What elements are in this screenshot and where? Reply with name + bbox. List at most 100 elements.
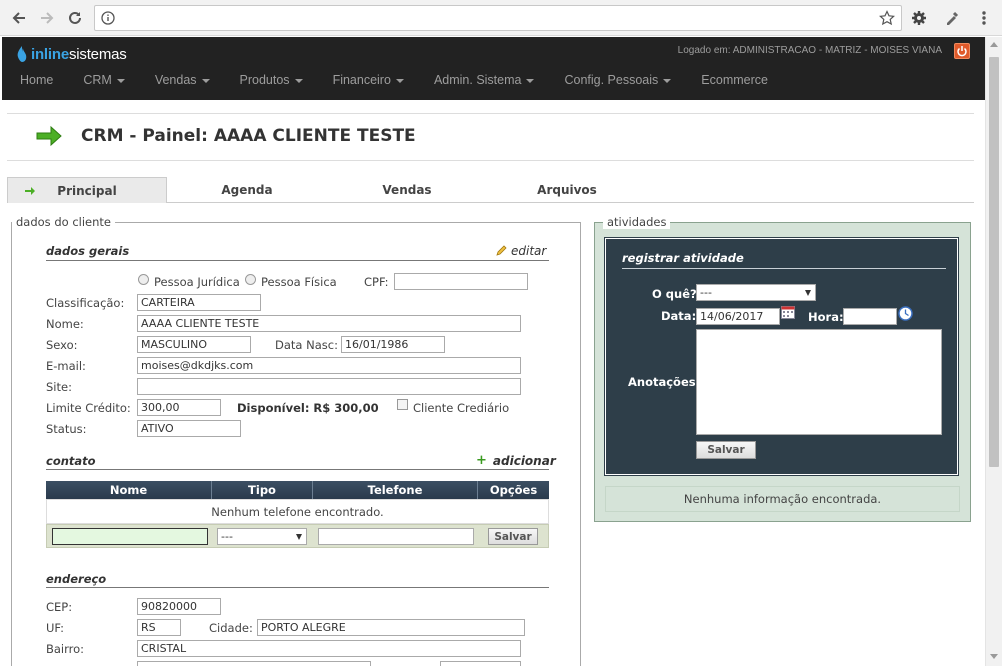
back-icon[interactable] [7,6,31,30]
tab-label: Agenda [221,183,273,197]
contact-phone-input[interactable] [318,528,474,545]
radio-pessoa-fisica[interactable] [245,274,256,285]
cpf-input[interactable] [394,273,528,290]
info-icon[interactable] [101,11,115,25]
section-rule [622,268,946,269]
bairro-input[interactable]: CRISTAL [137,640,521,657]
tab-agenda[interactable]: Agenda [167,177,327,203]
brand-logo[interactable]: inline sistemas [16,43,127,65]
eyedropper-icon[interactable] [940,6,964,30]
top-navbar: inline sistemas Logado em: ADMINISTRACAO … [2,37,985,100]
data-input[interactable]: 14/06/2017 [696,308,780,325]
menu-item-label: Produtos [239,73,290,87]
no-activities-message: Nenhuma informação encontrada. [605,486,960,512]
contact-table: Nome Tipo Telefone Opções Nenhum telefon… [46,481,549,548]
divider [7,113,974,114]
scroll-up-icon[interactable] [990,42,998,47]
radio-pessoa-juridica[interactable] [138,274,149,285]
column-header[interactable]: Opções [478,481,549,499]
cep-input[interactable]: 90820000 [137,598,221,615]
uf-label: UF: [46,621,65,635]
tab-label: Vendas [382,183,432,197]
arrow-right-icon [25,187,35,195]
clock-icon[interactable] [898,306,913,321]
column-header[interactable]: Telefone [313,481,478,499]
anotacoes-label: Anotações: [628,375,701,389]
address-heading: endereço [46,572,107,586]
menu-item-ecommerce[interactable]: Ecommerce [701,73,768,87]
menu-item-config-pessoais[interactable]: Config. Pessoais [564,73,672,87]
save-activity-button[interactable]: Salvar [696,441,756,459]
page-scrollbar[interactable] [985,37,1002,666]
email-label: E-mail: [46,359,86,373]
limite-input[interactable]: 300,00 [137,399,221,416]
nome-input[interactable]: AAAA CLIENTE TESTE [137,315,521,332]
contact-type-select[interactable]: --- [217,528,307,545]
nasc-input[interactable]: 16/01/1986 [341,336,445,353]
tab-principal[interactable]: Principal [7,177,167,203]
menu-dots-icon[interactable] [972,6,996,30]
disponivel-text: Disponível: R$ 300,00 [237,401,379,415]
crediario-checkbox[interactable] [397,399,408,410]
column-header[interactable]: Nome [46,481,212,499]
reload-icon[interactable] [63,6,87,30]
hora-label: Hora: [808,310,844,324]
site-label: Site: [46,380,72,394]
menu-item-vendas[interactable]: Vendas [155,73,210,87]
menu-item-label: Config. Pessoais [564,73,659,87]
contact-name-input[interactable] [52,528,208,545]
anotacoes-textarea[interactable] [696,329,942,435]
number-input-partial[interactable] [440,661,521,666]
save-contact-button[interactable]: Salvar [488,528,538,545]
menu-item-crm[interactable]: CRM [83,73,125,87]
status-label: Status: [46,422,87,436]
edit-link[interactable]: editar [495,244,546,258]
scroll-thumb[interactable] [989,57,999,467]
nome-label: Nome: [46,317,84,331]
column-header[interactable]: Tipo [212,481,313,499]
forward-icon[interactable] [35,6,59,30]
address-bar[interactable] [94,5,902,31]
brand-name-bold: inline [31,45,69,63]
data-label: Data: [661,309,697,323]
status-input[interactable]: ATIVO [137,420,241,437]
tab-vendas[interactable]: Vendas [327,177,487,203]
settings-gear-icon[interactable] [907,6,931,30]
add-contact-label: adicionar [492,454,556,468]
add-contact-row: --- Salvar [46,524,549,548]
sexo-input[interactable]: MASCULINO [137,336,251,353]
email-input[interactable]: moises@dkdjks.com [137,357,521,374]
menu-item-home[interactable]: Home [20,73,53,87]
menu-item-admin-sistema[interactable]: Admin. Sistema [434,73,535,87]
tab-label: Principal [57,183,117,198]
nasc-label: Data Nasc: [275,338,338,352]
scroll-down-icon[interactable] [990,654,998,659]
bookmark-star-icon[interactable] [879,10,895,26]
cidade-input[interactable]: PORTO ALEGRE [257,619,525,636]
crediario-label: Cliente Crediário [413,401,510,415]
tab-arquivos[interactable]: Arquivos [487,177,647,203]
address-input-partial[interactable] [137,661,371,666]
cep-label: CEP: [46,600,73,614]
hora-input[interactable] [843,308,897,325]
cidade-label: Cidade: [209,621,253,635]
oque-select[interactable]: --- [696,284,816,301]
browser-toolbar [0,0,1002,36]
bairro-label: Bairro: [46,642,85,656]
page-content: inline sistemas Logado em: ADMINISTRACAO … [2,37,985,666]
tab-label: Arquivos [537,183,597,197]
add-contact-link[interactable]: + adicionar [476,454,556,468]
calendar-icon[interactable] [781,306,795,319]
menu-item-financeiro[interactable]: Financeiro [333,73,404,87]
logout-power-icon[interactable] [954,43,970,59]
menu-item-produtos[interactable]: Produtos [240,73,303,87]
brand-name-light: sistemas [68,45,127,63]
cpf-label: CPF: [364,275,389,289]
activities-legend: atividades [603,215,671,229]
uf-input[interactable]: RS [137,619,181,636]
site-input[interactable] [137,378,521,395]
classificacao-input[interactable]: CARTEIRA [137,294,261,311]
caret-down-icon [116,78,125,83]
edit-label: editar [511,244,547,258]
menu-item-label: Vendas [154,73,197,87]
